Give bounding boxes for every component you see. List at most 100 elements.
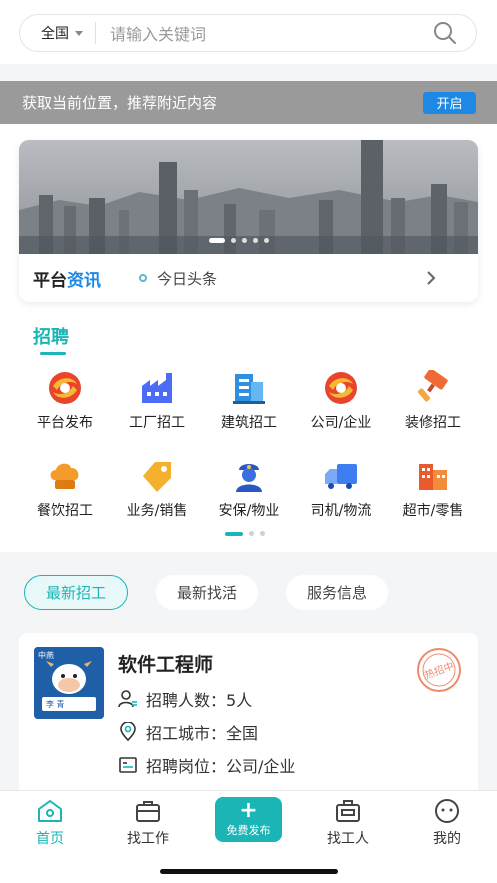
category-platform[interactable]: 平台发布	[19, 370, 111, 432]
carousel-dot[interactable]	[209, 238, 225, 243]
nav-label: 首页	[36, 831, 64, 847]
avatar-top-text: 中燕	[38, 650, 54, 660]
location-banner-text: 获取当前位置，推荐附近内容	[22, 94, 218, 112]
id-card-icon	[119, 757, 137, 773]
category-label: 司机/物流	[310, 503, 372, 519]
category-logistics[interactable]: 司机/物流	[295, 458, 387, 520]
location-banner: 获取当前位置，推荐附近内容 开启	[0, 81, 497, 124]
news-headline[interactable]: 今日头条	[157, 268, 424, 289]
nav-label: 找工人	[327, 831, 369, 847]
home-indicator	[160, 869, 338, 874]
recruit-section-title: 招聘	[33, 327, 69, 348]
plus-icon: +	[239, 798, 258, 823]
job-line-value: 公司/企业	[226, 757, 296, 776]
search-bar[interactable]: 全国 请输入关键词	[19, 14, 477, 52]
location-pin-icon	[120, 722, 136, 742]
tag-icon	[143, 462, 171, 492]
bullet-icon	[139, 274, 147, 282]
company-icon	[325, 372, 357, 404]
category-sales[interactable]: 业务/销售	[111, 458, 203, 520]
section-underline	[40, 352, 66, 355]
nav-label: 我的	[433, 831, 461, 847]
category-label: 工厂招工	[129, 415, 185, 431]
tab-latest-recruit[interactable]: 最新招工	[24, 575, 129, 610]
category-label: 平台发布	[37, 415, 93, 431]
category-label: 建筑招工	[221, 415, 277, 431]
job-line-label: 招聘岗位：	[146, 757, 227, 776]
app-screen: 全国 请输入关键词 获取当前位置，推荐附近内容 开启 平台资讯 今日头条 招聘 …	[0, 0, 497, 883]
region-label: 全国	[41, 26, 69, 42]
content-tabs: 最新招工 最新找活 服务信息	[24, 575, 389, 610]
category-label: 安保/物业	[218, 503, 280, 519]
news-logo: 平台资讯	[19, 266, 139, 291]
category-label: 业务/销售	[126, 503, 188, 519]
enable-location-button[interactable]: 开启	[423, 91, 476, 114]
carousel-dot[interactable]	[242, 238, 247, 243]
category-label: 超市/零售	[402, 503, 464, 519]
security-guard-icon	[236, 464, 262, 492]
category-catering[interactable]: 餐饮招工	[19, 458, 111, 520]
toolbox-icon	[336, 800, 360, 822]
job-line-value: 全国	[226, 724, 259, 743]
store-icon	[419, 464, 447, 490]
factory-icon	[142, 373, 172, 403]
page-dot[interactable]	[225, 531, 243, 536]
category-decoration[interactable]: 装修招工	[387, 370, 479, 432]
avatar-name-text: 李 青	[46, 699, 65, 709]
tab-service-info[interactable]: 服务信息	[286, 575, 389, 610]
banner-card: 平台资讯 今日头条	[19, 140, 478, 302]
news-logo-part: 平台	[33, 270, 67, 291]
category-security[interactable]: 安保/物业	[203, 458, 295, 520]
page-dot[interactable]	[249, 531, 254, 536]
person-icon	[118, 690, 137, 708]
city-skyline-image[interactable]	[19, 140, 478, 254]
carousel-dot[interactable]	[264, 238, 269, 243]
profile-face-icon	[435, 799, 459, 823]
paint-roller-icon	[418, 370, 448, 402]
news-logo-part-blue: 资讯	[67, 270, 101, 291]
job-city: 招工城市： 全国	[118, 720, 258, 744]
category-retail[interactable]: 超市/零售	[387, 458, 479, 520]
job-line-label: 招工城市：	[146, 724, 227, 743]
caret-down-icon	[75, 30, 83, 36]
hot-hiring-stamp: 热招中	[417, 648, 461, 692]
category-label: 装修招工	[405, 415, 461, 431]
category-label: 餐饮招工	[37, 503, 93, 519]
building-icon	[233, 374, 265, 404]
category-company[interactable]: 公司/企业	[295, 370, 387, 432]
chevron-right-icon[interactable]	[424, 271, 438, 285]
job-position: 招聘岗位： 公司/企业	[118, 753, 295, 777]
category-label: 公司/企业	[310, 415, 372, 431]
search-input[interactable]: 请输入关键词	[96, 21, 432, 45]
truck-icon	[325, 464, 357, 489]
company-avatar: 中燕 李 青	[34, 647, 104, 719]
page-dot[interactable]	[260, 531, 265, 536]
home-icon	[38, 800, 62, 822]
platform-icon	[49, 372, 81, 404]
search-icon[interactable]	[432, 20, 458, 46]
job-title[interactable]: 软件工程师	[118, 650, 213, 677]
briefcase-icon	[136, 801, 160, 822]
tab-latest-jobs[interactable]: 最新找活	[156, 575, 259, 610]
carousel-dots	[209, 238, 269, 243]
news-row[interactable]: 平台资讯 今日头条	[19, 254, 478, 302]
region-selector[interactable]: 全国	[20, 22, 96, 44]
carousel-dot[interactable]	[253, 238, 258, 243]
nav-label: 找工作	[127, 831, 169, 847]
nav-find-job[interactable]: 找工作	[108, 797, 188, 848]
nav-home[interactable]: 首页	[10, 797, 90, 848]
job-line-label: 招聘人数：	[146, 691, 227, 710]
job-headcount: 招聘人数： 5人	[118, 687, 252, 711]
job-card[interactable]: 中燕 李 青 软件工程师 招聘人数： 5人 招工城市： 全国 招聘岗位： 公司/…	[19, 633, 478, 793]
chef-hat-icon	[50, 463, 79, 489]
job-line-value: 5人	[226, 691, 253, 710]
free-publish-button[interactable]: + 免费发布	[215, 797, 282, 842]
publish-label: 免费发布	[226, 824, 271, 837]
nav-mine[interactable]: 我的	[407, 797, 487, 848]
carousel-dot[interactable]	[231, 238, 236, 243]
search-header: 全国 请输入关键词	[0, 0, 497, 64]
category-building[interactable]: 建筑招工	[203, 370, 295, 432]
category-factory[interactable]: 工厂招工	[111, 370, 203, 432]
category-page-indicator	[225, 531, 265, 536]
nav-find-worker[interactable]: 找工人	[308, 797, 388, 848]
